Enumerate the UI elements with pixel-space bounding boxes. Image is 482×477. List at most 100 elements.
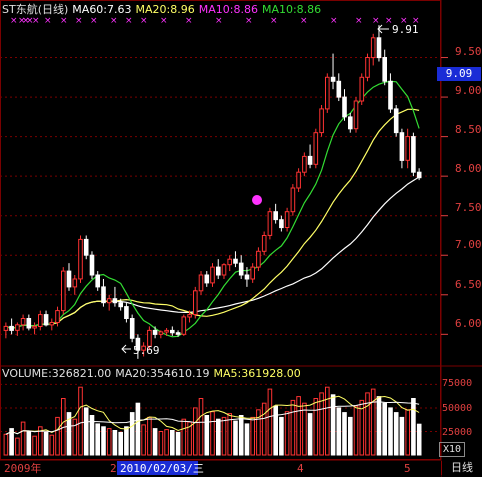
volume-bar: [405, 409, 410, 456]
stock-chart-window: × × × × × × × × × × × × × × × × × × × × × × × × 9.50 9.00 8.50 …: [0, 0, 482, 477]
price-tick-label: 9.50: [455, 45, 482, 58]
volume-bar: [158, 431, 164, 456]
candle-body: [124, 306, 129, 320]
candle-body: [66, 270, 72, 288]
volume-bar: [106, 428, 112, 456]
volume-ma20-value: MA20:354610.19: [115, 367, 210, 380]
candle-body: [325, 76, 330, 110]
volume-bar: [365, 392, 370, 456]
candle-body: [15, 324, 20, 331]
candle-body: [198, 274, 204, 292]
candle-body: [187, 314, 192, 318]
candle-body: [296, 171, 301, 189]
date-month-label: 4: [297, 462, 304, 475]
period-selector[interactable]: 日线: [441, 461, 482, 475]
candle-body: [370, 37, 376, 59]
volume-bar: [141, 424, 146, 456]
volume-bar: [175, 431, 181, 456]
volume-bar: [238, 415, 244, 456]
candle-body: [348, 116, 353, 130]
candle-body: [261, 235, 267, 252]
candle-body: [95, 274, 101, 288]
selected-date-label: 2010/02/03/三: [120, 462, 204, 475]
ma60-value: MA60:7.63: [72, 3, 132, 16]
ma10-value-secondary: MA10:8.86: [261, 3, 322, 16]
candle-body: [319, 108, 324, 134]
candle-body: [244, 274, 250, 280]
volume-bar: [342, 412, 347, 456]
candle-body: [193, 290, 198, 315]
signal-marker: ×: [75, 16, 83, 26]
candle-body: [175, 332, 181, 335]
candle-body: [256, 250, 261, 268]
volume-bar: [204, 415, 210, 456]
volume-bar: [376, 396, 382, 456]
volume-bar: [393, 412, 399, 456]
candle-body: [302, 155, 307, 173]
chart-grid: [0, 0, 482, 477]
candle-body: [20, 318, 26, 326]
ma60-line: [5, 176, 420, 330]
signal-marker: ×: [215, 16, 223, 26]
candle-body: [342, 96, 347, 118]
candle-body: [336, 80, 342, 98]
candle-body: [416, 171, 422, 179]
signal-marker: ×: [125, 16, 133, 26]
date-month-label: 5: [404, 462, 411, 475]
volume-bar: [382, 402, 387, 456]
candle-body: [393, 108, 399, 134]
candle-body: [43, 314, 49, 326]
candle-body: [376, 37, 382, 59]
candle-body: [3, 325, 9, 331]
volume-bar: [26, 431, 32, 456]
volume-bar: [198, 398, 204, 456]
volume-bar: [313, 398, 319, 456]
volume-bar: [388, 407, 393, 456]
price-tick-label: 6.50: [455, 278, 482, 291]
volume-bar: [267, 388, 273, 456]
kline-chart[interactable]: × ×××× × × × × × × × × × × × × × × × × × × × 9.50 9.00 8.50 …: [0, 0, 482, 477]
volume-bar: [319, 392, 324, 456]
volume-bar: [170, 430, 175, 456]
volume-bar: [193, 407, 198, 456]
signal-marker: ×: [355, 16, 363, 26]
volume-tick-label: 50000: [442, 403, 472, 414]
price-tick-label: 6.00: [455, 317, 482, 330]
high-price-annotation: 9.91: [392, 23, 419, 36]
volume-bar: [49, 434, 55, 456]
signal-marker: ×: [160, 16, 168, 26]
candle-body: [26, 318, 32, 329]
signal-marker: ×: [300, 16, 308, 26]
candle-body: [227, 258, 232, 266]
candle-body: [250, 266, 255, 280]
volume-bar: [250, 416, 255, 456]
volume-bar: [330, 394, 336, 456]
volume-bar: [290, 399, 296, 456]
signal-marker: ×: [330, 16, 338, 26]
volume-bar: [325, 386, 330, 456]
candle-body: [83, 238, 89, 256]
volume-tick-label: 25000: [442, 427, 472, 438]
candle-body: [9, 325, 14, 331]
volume-tick-label: 75000: [442, 378, 472, 389]
volume-legend: VOLUME:326821.00 MA20:354610.19 MA5:361928…: [2, 367, 305, 380]
volume-bar: [273, 405, 278, 456]
date-month-label: 2: [110, 462, 117, 475]
volume-bar: [129, 412, 135, 456]
candle-body: [290, 187, 296, 213]
candle-body: [307, 155, 313, 165]
candle-body: [170, 329, 175, 334]
ma20-line: [5, 108, 420, 330]
volume-bar: [112, 430, 118, 456]
candle-body: [118, 302, 124, 308]
price-tick-label: 8.50: [455, 123, 482, 136]
volume-bar: [152, 428, 158, 456]
candle-body: [89, 254, 95, 276]
candle-body: [216, 266, 221, 276]
price-tick-label: 7.00: [455, 238, 482, 251]
volume-bar: [101, 426, 106, 456]
candle-body: [112, 298, 118, 304]
volume-bar: [244, 423, 250, 456]
volume-bar: [307, 413, 313, 456]
volume-bar: [279, 416, 284, 456]
